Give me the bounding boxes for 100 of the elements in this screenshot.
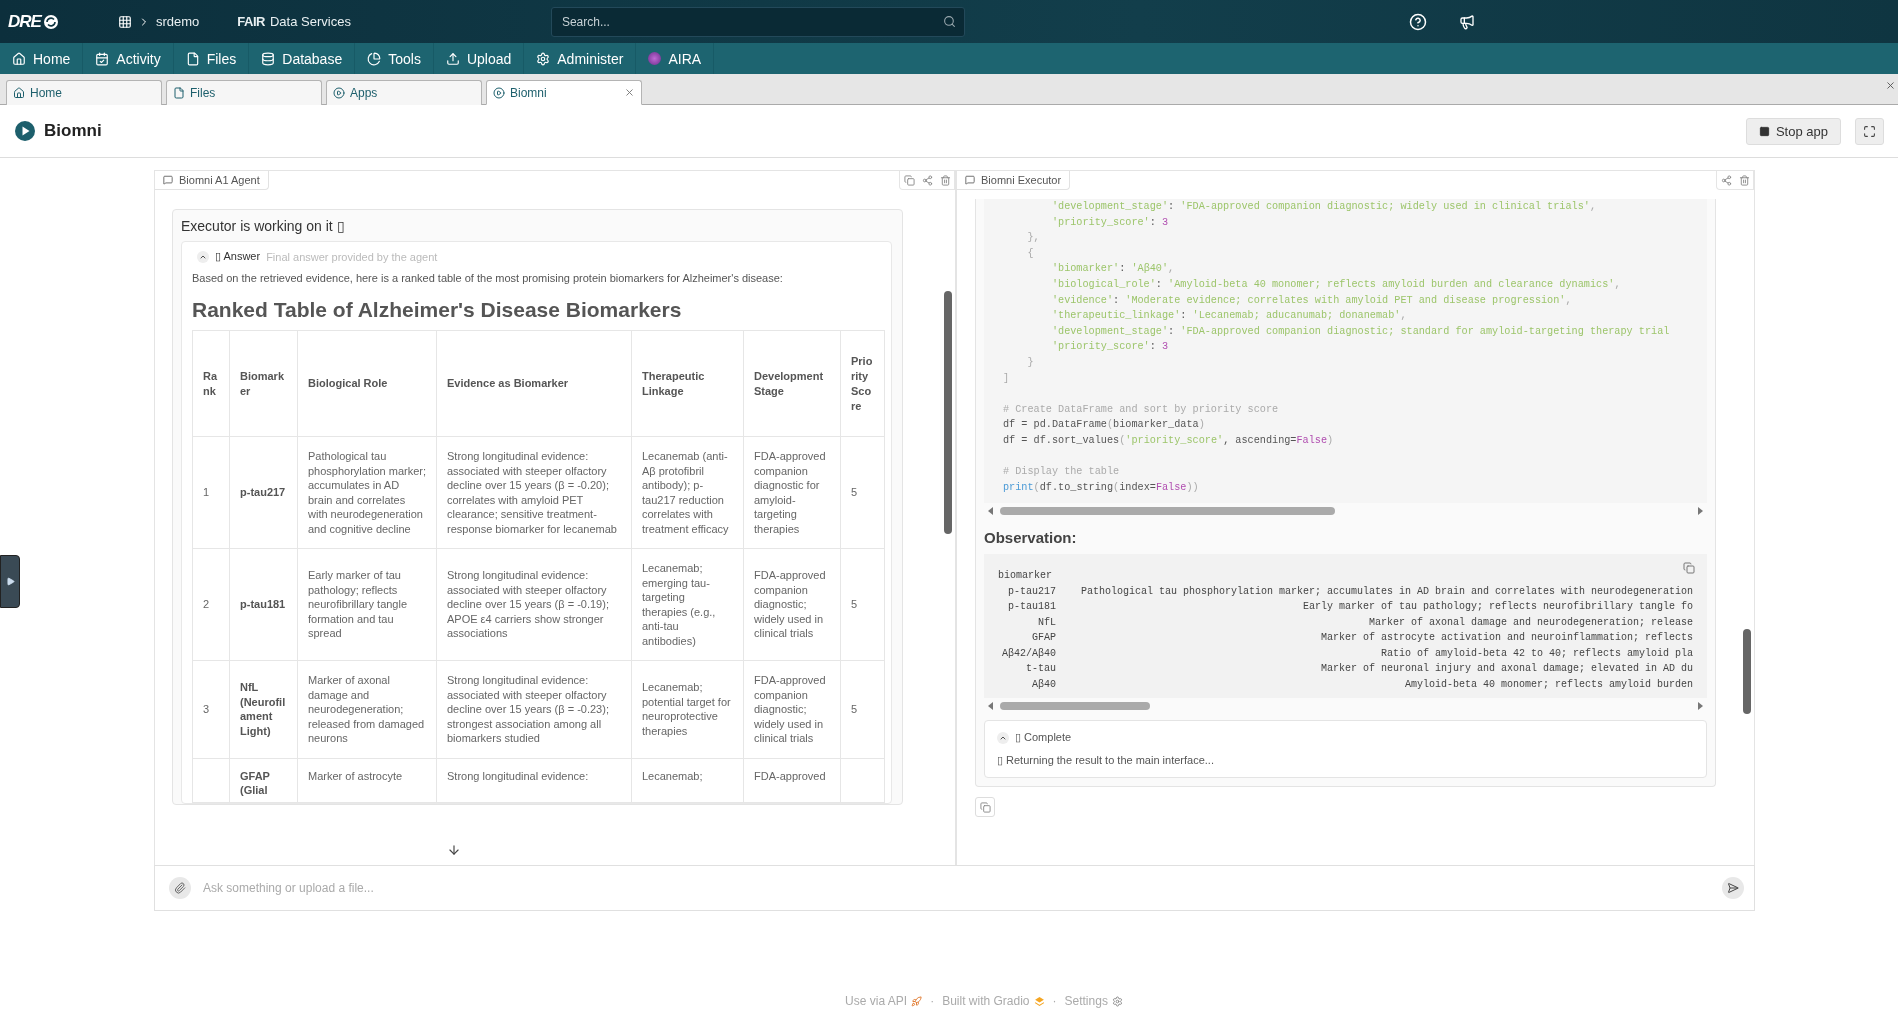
tab[interactable]: Home (6, 80, 162, 105)
upload-icon (445, 51, 460, 66)
copy-icon (979, 801, 991, 813)
aira-icon (648, 52, 662, 65)
fullscreen-button[interactable] (1855, 117, 1884, 145)
collapse-toggle[interactable] (197, 250, 209, 263)
complete-title: ▯ Complete (1015, 731, 1072, 745)
table-cell: Lecanemab; emerging tau-targeting therapies (e.g., anti-tau antibodies) (631, 548, 744, 661)
logo-text: DRE (8, 11, 41, 32)
table-cell: Strong longitudinal evidence: associated with steeper olfactory decline over 15 years (β = -0.20); correlates with amyloid PET clearance; sensitive treatment-response biomarker for lecanemab (436, 436, 632, 549)
breadcrumb-link[interactable]: srdemo (156, 14, 200, 29)
output-text: p-tau181 (1007, 600, 1056, 615)
pie-chart-icon (367, 51, 382, 66)
column-header: Evidence as Biomarker (436, 330, 632, 437)
answer-title: ▯ Answer (215, 250, 261, 263)
copy-icon (903, 174, 915, 186)
trash-icon (1738, 174, 1750, 186)
logo-circle-icon (42, 13, 59, 30)
send-button[interactable] (1722, 877, 1744, 899)
gear-icon (1111, 995, 1123, 1007)
stop-icon (1758, 125, 1770, 137)
message-field[interactable]: Ask something or upload a file... (154, 865, 1755, 911)
table-cell: FDA-approved companion diagnostic; widely used in clinical trials (743, 660, 841, 758)
table-cell: Early marker of tau pathology; reflects neurofibrillary tangle formation and tau spread (297, 548, 437, 661)
play-icon (14, 120, 36, 142)
table-cell: p-tau181 (229, 548, 298, 661)
code-line: # Display the table (1003, 465, 1121, 480)
search-input[interactable]: Search... (559, 13, 943, 30)
brand-title[interactable]: FAIR Data Services (237, 14, 351, 29)
column-header: Therapeutic Linkage (631, 330, 744, 437)
table-cell: 5 (840, 660, 885, 758)
table-cell: FDA-approved (743, 758, 841, 802)
table-cell: Strong longitudinal evidence: associated with steeper olfactory decline over 15 years (β = -0.19); APOE ε4 carriers show stronger associations (436, 548, 632, 661)
separator-text: · (930, 994, 935, 1008)
sidebar-handle[interactable] (0, 555, 20, 608)
output-text: NfL (1037, 615, 1056, 630)
tab[interactable]: Apps (326, 80, 482, 105)
apps-grid-icon[interactable] (118, 14, 132, 29)
share-icon (921, 174, 933, 186)
code-line: df = df.sort_values('priority_score', ascending=False) (1003, 433, 1335, 448)
table-cell: NfL (Neurofilament Light) (229, 660, 298, 758)
search-field[interactable]: Search... (550, 6, 965, 37)
panel-label: Biomni A1 Agent (155, 171, 269, 190)
code-line: df = pd.DataFrame(biomarker_data) (1003, 418, 1206, 433)
table-cell: Pathological tau phosphorylation marker; accumulates in AD brain and correlates with neurodegeneration and cognitive decline (297, 436, 437, 549)
separator-text: · (1052, 994, 1057, 1008)
chat-icon (163, 175, 173, 185)
output-text: p-tau217 (1007, 584, 1056, 599)
output-text: Ratio of amyloid-beta 42 to 40; reflects amyloid pla (1379, 646, 1693, 661)
output-text: Aβ40 (1031, 677, 1056, 692)
output-text: Pathological tau phosphorylation marker; accumulates in AD brain and correlates with neurodegeneration (1079, 584, 1693, 599)
table-cell: Lecanemab; (631, 758, 744, 802)
share-icon (1720, 174, 1732, 186)
gradio-logo-icon (1033, 995, 1045, 1007)
chat-icon (965, 175, 975, 185)
table-cell: Marker of axonal damage and neurodegeneration; released from damaged neurons (297, 660, 437, 758)
table-cell: Lecanemab; potential target for neuroprotective therapies (631, 660, 744, 758)
code-line: 'evidence': 'Moderate evidence; correlates with amyloid PET and disease progression', (1050, 293, 1573, 308)
paperclip-icon (174, 882, 186, 894)
tab[interactable]: Biomni (486, 80, 642, 105)
trash-icon (939, 174, 951, 186)
column-header: Biomarker (229, 330, 298, 437)
output-text: Aβ42/Aβ40 (1001, 646, 1056, 661)
code-line: } (1026, 355, 1035, 370)
code-line: 'priority_score': 3 (1050, 340, 1170, 355)
collapse-toggle[interactable] (997, 731, 1009, 744)
output-text: Amyloid-beta 40 monomer; reflects amyloid burden (1403, 677, 1693, 692)
megaphone-icon[interactable] (1458, 13, 1475, 30)
table-heading: Ranked Table of Alzheimer's Disease Biomarkers (192, 298, 683, 322)
code-line: 'biological_role': 'Amyloid-beta 40 monomer; reflects amyloid burden and clearance dynamics', (1050, 277, 1622, 292)
copy-button[interactable] (1683, 562, 1697, 577)
play-icon (493, 86, 505, 99)
table-cell: 2 (192, 548, 230, 661)
file-icon (185, 51, 200, 66)
home-icon (13, 87, 25, 99)
table-cell: p-tau217 (229, 436, 298, 549)
search-icon[interactable] (942, 15, 956, 28)
play-icon (333, 87, 345, 99)
table-cell: Lecanemab (anti-Aβ protofibril antibody); p-tau217 reduction correlates with treatment efficacy (631, 436, 744, 549)
output-text: t-tau (1025, 662, 1056, 677)
output-text: Early marker of tau pathology; reflects neurofibrillary tangle fo (1301, 600, 1693, 615)
answer-subtitle: Final answer provided by the agent (266, 250, 438, 263)
close-icon[interactable] (624, 87, 635, 98)
code-line: { (1026, 246, 1035, 261)
output-text: Marker of astrocyte activation and neuroinflammation; reflects (1319, 631, 1693, 646)
table-cell: FDA-approved companion diagnostic for amyloid-targeting therapies (743, 436, 841, 549)
complete-message: ▯ Returning the result to the main interface... (997, 754, 1215, 768)
column-header: Rank (192, 330, 230, 437)
output-text: GFAP (1031, 631, 1056, 646)
tab[interactable]: Files (166, 80, 322, 105)
help-icon[interactable] (1408, 12, 1427, 31)
logo[interactable]: DRE (8, 11, 108, 32)
calendar-check-icon (95, 51, 110, 66)
app-title: Biomni (44, 121, 103, 141)
close-icon[interactable] (1885, 80, 1896, 91)
arrow-down-icon (447, 843, 461, 857)
stop-app-button[interactable]: Stop app (1745, 117, 1841, 145)
home-icon (12, 51, 26, 66)
attach-button[interactable] (169, 877, 191, 899)
table-cell: Strong longitudinal evidence: (436, 758, 632, 802)
